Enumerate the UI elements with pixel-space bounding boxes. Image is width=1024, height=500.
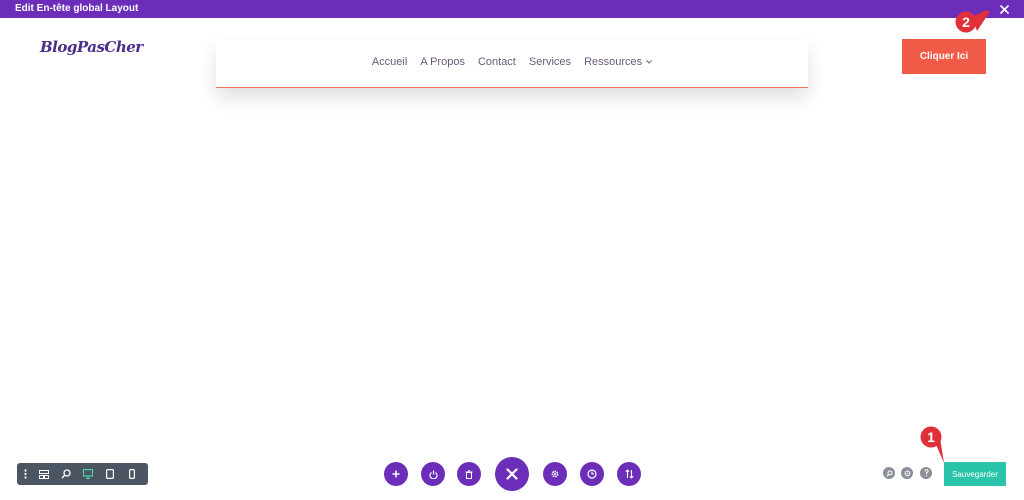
nav-item-services[interactable]: Services — [529, 56, 571, 68]
add-button[interactable] — [384, 462, 408, 486]
header-menu-card: Accueil A Propos Contact Services Ressou… — [216, 40, 808, 88]
close-icon — [999, 4, 1009, 14]
power-icon — [428, 470, 438, 479]
help-layer-icon — [904, 470, 910, 476]
annotation-marker-2: 2 — [955, 11, 991, 35]
delete-button[interactable] — [457, 462, 481, 486]
help-button[interactable] — [920, 467, 932, 479]
phone-icon — [129, 469, 135, 479]
desktop-icon — [83, 469, 93, 479]
view-mode-toolbar — [17, 463, 148, 485]
zoom-view-button[interactable] — [55, 463, 77, 485]
editor-top-bar: Edit En-tête global Layout — [0, 0, 1024, 18]
nav-item-a-propos[interactable]: A Propos — [420, 56, 465, 68]
search-icon — [885, 470, 892, 477]
trash-icon — [465, 469, 473, 479]
settings-icon — [551, 470, 559, 478]
search-layer-button[interactable] — [883, 467, 895, 479]
disable-button[interactable] — [421, 462, 445, 486]
tablet-icon — [106, 469, 114, 479]
close-button[interactable] — [997, 2, 1011, 16]
close-icon — [506, 468, 518, 480]
site-logo[interactable]: BlogPasCher — [40, 38, 143, 56]
wireframe-icon — [39, 469, 49, 479]
history-icon — [587, 469, 597, 479]
cta-button[interactable]: Cliquer Ici — [902, 39, 986, 74]
tablet-view-button[interactable] — [99, 463, 121, 485]
settings-button[interactable] — [543, 462, 567, 486]
layers-button[interactable] — [901, 467, 913, 479]
annotation-marker-1: 1 — [920, 426, 944, 463]
nav-item-ressources[interactable]: Ressources — [584, 56, 652, 68]
nav-item-ressources-label: Ressources — [584, 56, 643, 68]
add-icon — [392, 470, 400, 478]
more-vertical-icon — [23, 469, 27, 479]
window-title: Edit En-tête global Layout — [15, 3, 139, 14]
portability-button[interactable] — [617, 462, 641, 486]
nav-item-contact[interactable]: Contact — [478, 56, 516, 68]
chevron-down-icon — [646, 60, 652, 64]
wireframe-view-button[interactable] — [33, 463, 55, 485]
main-navigation: Accueil A Propos Contact Services Ressou… — [216, 56, 808, 68]
desktop-view-button[interactable] — [77, 463, 99, 485]
zoom-icon — [61, 469, 71, 479]
exit-builder-button[interactable] — [495, 457, 529, 491]
phone-view-button[interactable] — [121, 463, 143, 485]
help-icon — [924, 469, 929, 477]
more-options-button[interactable] — [17, 463, 33, 485]
history-button[interactable] — [580, 462, 604, 486]
nav-item-accueil[interactable]: Accueil — [372, 56, 407, 68]
save-button[interactable]: Sauvegarder — [944, 462, 1006, 486]
portability-icon — [624, 469, 634, 479]
